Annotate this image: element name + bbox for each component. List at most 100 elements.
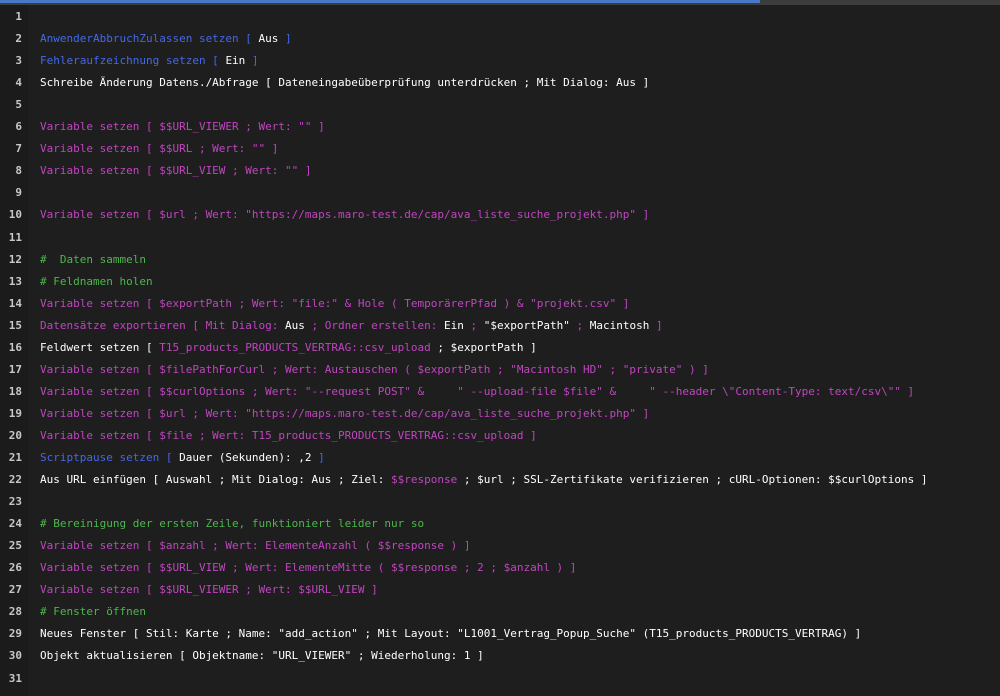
code-token: Aus URL einfügen [ Auswahl ; Mit Dialog:… xyxy=(40,473,391,487)
code-token: Macintosh xyxy=(589,318,650,332)
comment-text: # Bereinigung der ersten Zeile, funktion… xyxy=(40,517,425,531)
code-token: Feldwert setzen [ xyxy=(40,340,160,354)
script-step[interactable]: Variable setzen [ $url ; Wert: "https://… xyxy=(40,403,649,425)
code-token: Dauer (Sekunden): ,2 xyxy=(179,451,312,464)
code-token: Objekt aktualisieren [ Objektname: "URL_… xyxy=(40,649,484,663)
comment-text: # Feldnamen holen xyxy=(40,274,153,288)
line-number: 25 xyxy=(8,539,22,553)
code-token: ; $exportPath ] xyxy=(430,340,537,354)
active-tab-indicator xyxy=(0,0,760,3)
script-step[interactable]: Variable setzen [ $url ; Wert: "https://… xyxy=(40,204,649,226)
script-step[interactable]: Variable setzen [ $anzahl ; Wert: Elemen… xyxy=(40,535,470,557)
line-number: 28 xyxy=(8,605,22,619)
code-token: Aus xyxy=(258,32,279,46)
script-step[interactable]: Variable setzen [ $$URL_VIEWER ; Wert: $… xyxy=(40,579,378,601)
script-step[interactable]: # Daten sammeln xyxy=(40,249,146,271)
script-editor[interactable]: 1 2 AnwenderAbbruchZulassen setzen [ Aus ]… xyxy=(0,5,1000,696)
line-number: 30 xyxy=(8,649,22,663)
code-token: ; Ordner erstellen: xyxy=(304,318,444,332)
line-number: 22 xyxy=(8,473,22,487)
line-number: 9 xyxy=(15,186,22,200)
script-step[interactable]: Variable setzen [ $$URL_VIEWER ; Wert: "… xyxy=(40,116,325,138)
code-token: $$response xyxy=(391,473,458,487)
script-step[interactable]: # Bereinigung der ersten Zeile, funktion… xyxy=(40,513,424,535)
code-token: Fehleraufzeichnung setzen [ xyxy=(40,54,226,68)
line-number: 29 xyxy=(8,627,22,641)
script-step[interactable]: # Feldnamen holen xyxy=(40,271,153,293)
line-number: 20 xyxy=(8,428,22,442)
code-token: Datensätze exportieren [ Mit Dialog: xyxy=(40,318,286,332)
script-step[interactable]: Scriptpause setzen [ Dauer (Sekunden): ,… xyxy=(40,447,325,469)
code-token: ] xyxy=(278,32,292,46)
code-token: Variable setzen [ $$URL_VIEWER ; Wert: "… xyxy=(40,120,325,134)
code-token: T15_products_PRODUCTS_VERTRAG::csv_uploa… xyxy=(159,340,431,354)
line-number: 17 xyxy=(8,362,22,376)
code-token: Aus xyxy=(285,318,305,332)
script-step[interactable]: # Fenster öffnen xyxy=(40,601,146,623)
code-token: Schreibe Änderung Datens./Abfrage [ Date… xyxy=(40,76,650,90)
script-step[interactable]: Variable setzen [ $$URL_VIEW ; Wert: Ele… xyxy=(40,557,576,579)
comment-text: # Daten sammeln xyxy=(40,252,146,266)
script-step[interactable]: Variable setzen [ $$URL_VIEW ; Wert: "" … xyxy=(40,160,312,182)
code-token: Variable setzen [ $url ; Wert: "https://… xyxy=(40,406,650,420)
code-token: Variable setzen [ $anzahl ; Wert: Elemen… xyxy=(40,539,471,553)
code-token: Variable setzen [ $$URL_VIEWER ; Wert: $… xyxy=(40,583,378,597)
line-number: 27 xyxy=(8,583,22,597)
line-number: 7 xyxy=(15,142,22,156)
script-step[interactable]: Feldwert setzen [ T15_products_PRODUCTS_… xyxy=(40,337,537,359)
line-number: 6 xyxy=(15,120,22,134)
code-token: Variable setzen [ $exportPath ; Wert: "f… xyxy=(40,296,630,310)
line-number: 19 xyxy=(8,406,22,420)
line-number: 4 xyxy=(15,76,22,90)
code-token: Neues Fenster [ Stil: Karte ; Name: "add… xyxy=(40,627,862,641)
script-step[interactable]: Schreibe Änderung Datens./Abfrage [ Date… xyxy=(40,72,649,94)
code-token: ; xyxy=(569,318,590,332)
code-token: ] xyxy=(311,451,325,464)
script-step[interactable]: Aus URL einfügen [ Auswahl ; Mit Dialog:… xyxy=(40,469,927,491)
code-token: Scriptpause setzen [ xyxy=(40,451,180,464)
code-token: Variable setzen [ $url ; Wert: "https://… xyxy=(40,208,650,222)
line-number: 14 xyxy=(8,296,22,310)
code-token: "$exportPath" xyxy=(483,318,570,332)
line-number: 3 xyxy=(15,54,22,68)
line-number: 21 xyxy=(8,451,22,464)
line-number: 23 xyxy=(8,495,22,509)
line-number: 10 xyxy=(8,208,22,222)
line-number: 12 xyxy=(8,252,22,266)
script-step[interactable]: AnwenderAbbruchZulassen setzen [ Aus ] xyxy=(40,28,292,50)
line-number: 11 xyxy=(8,230,22,244)
line-number: 15 xyxy=(8,318,22,332)
code-token: Variable setzen [ $$curlOptions ; Wert: … xyxy=(40,384,915,398)
line-number: 1 xyxy=(15,10,22,23)
code-token: Ein xyxy=(444,318,464,332)
comment-text: # Fenster öffnen xyxy=(40,605,146,619)
script-step[interactable]: Variable setzen [ $$URL ; Wert: "" ] xyxy=(40,138,278,160)
script-step[interactable]: Variable setzen [ $file ; Wert: T15_prod… xyxy=(40,425,537,447)
script-step[interactable]: Neues Fenster [ Stil: Karte ; Name: "add… xyxy=(40,623,861,645)
code-token: Ein xyxy=(225,54,246,68)
line-number: 13 xyxy=(8,274,22,288)
code-token: Variable setzen [ $$URL ; Wert: "" ] xyxy=(40,142,279,156)
code-token: Variable setzen [ $filePathForCurl ; Wer… xyxy=(40,362,709,376)
code-token: Variable setzen [ $$URL_VIEW ; Wert: Ele… xyxy=(40,561,577,575)
code-token: Variable setzen [ $$URL_VIEW ; Wert: "" … xyxy=(40,164,312,178)
line-number: 31 xyxy=(8,671,22,685)
line-number: 26 xyxy=(8,561,22,575)
script-step[interactable]: Variable setzen [ $$curlOptions ; Wert: … xyxy=(40,381,914,403)
script-step[interactable]: Variable setzen [ $exportPath ; Wert: "f… xyxy=(40,293,629,315)
line-number: 24 xyxy=(8,517,22,531)
script-step[interactable]: Datensätze exportieren [ Mit Dialog: Aus… xyxy=(40,315,663,337)
code-token: Variable setzen [ $file ; Wert: T15_prod… xyxy=(40,428,537,442)
code-token: ] xyxy=(245,54,259,68)
script-step[interactable]: Objekt aktualisieren [ Objektname: "URL_… xyxy=(40,645,484,667)
script-step[interactable]: Variable setzen [ $filePathForCurl ; Wer… xyxy=(40,359,709,381)
line-number: 18 xyxy=(8,384,22,398)
code-token: ; xyxy=(463,318,484,332)
code-token: AnwenderAbbruchZulassen setzen [ xyxy=(40,32,259,46)
code-token: ; $url ; SSL-Zertifikate verifizieren ; … xyxy=(457,473,928,487)
line-number: 8 xyxy=(15,164,22,178)
line-number: 16 xyxy=(8,340,22,354)
script-step[interactable]: Fehleraufzeichnung setzen [ Ein ] xyxy=(40,50,259,72)
line-number: 5 xyxy=(15,98,22,112)
code-token: ] xyxy=(649,318,663,332)
